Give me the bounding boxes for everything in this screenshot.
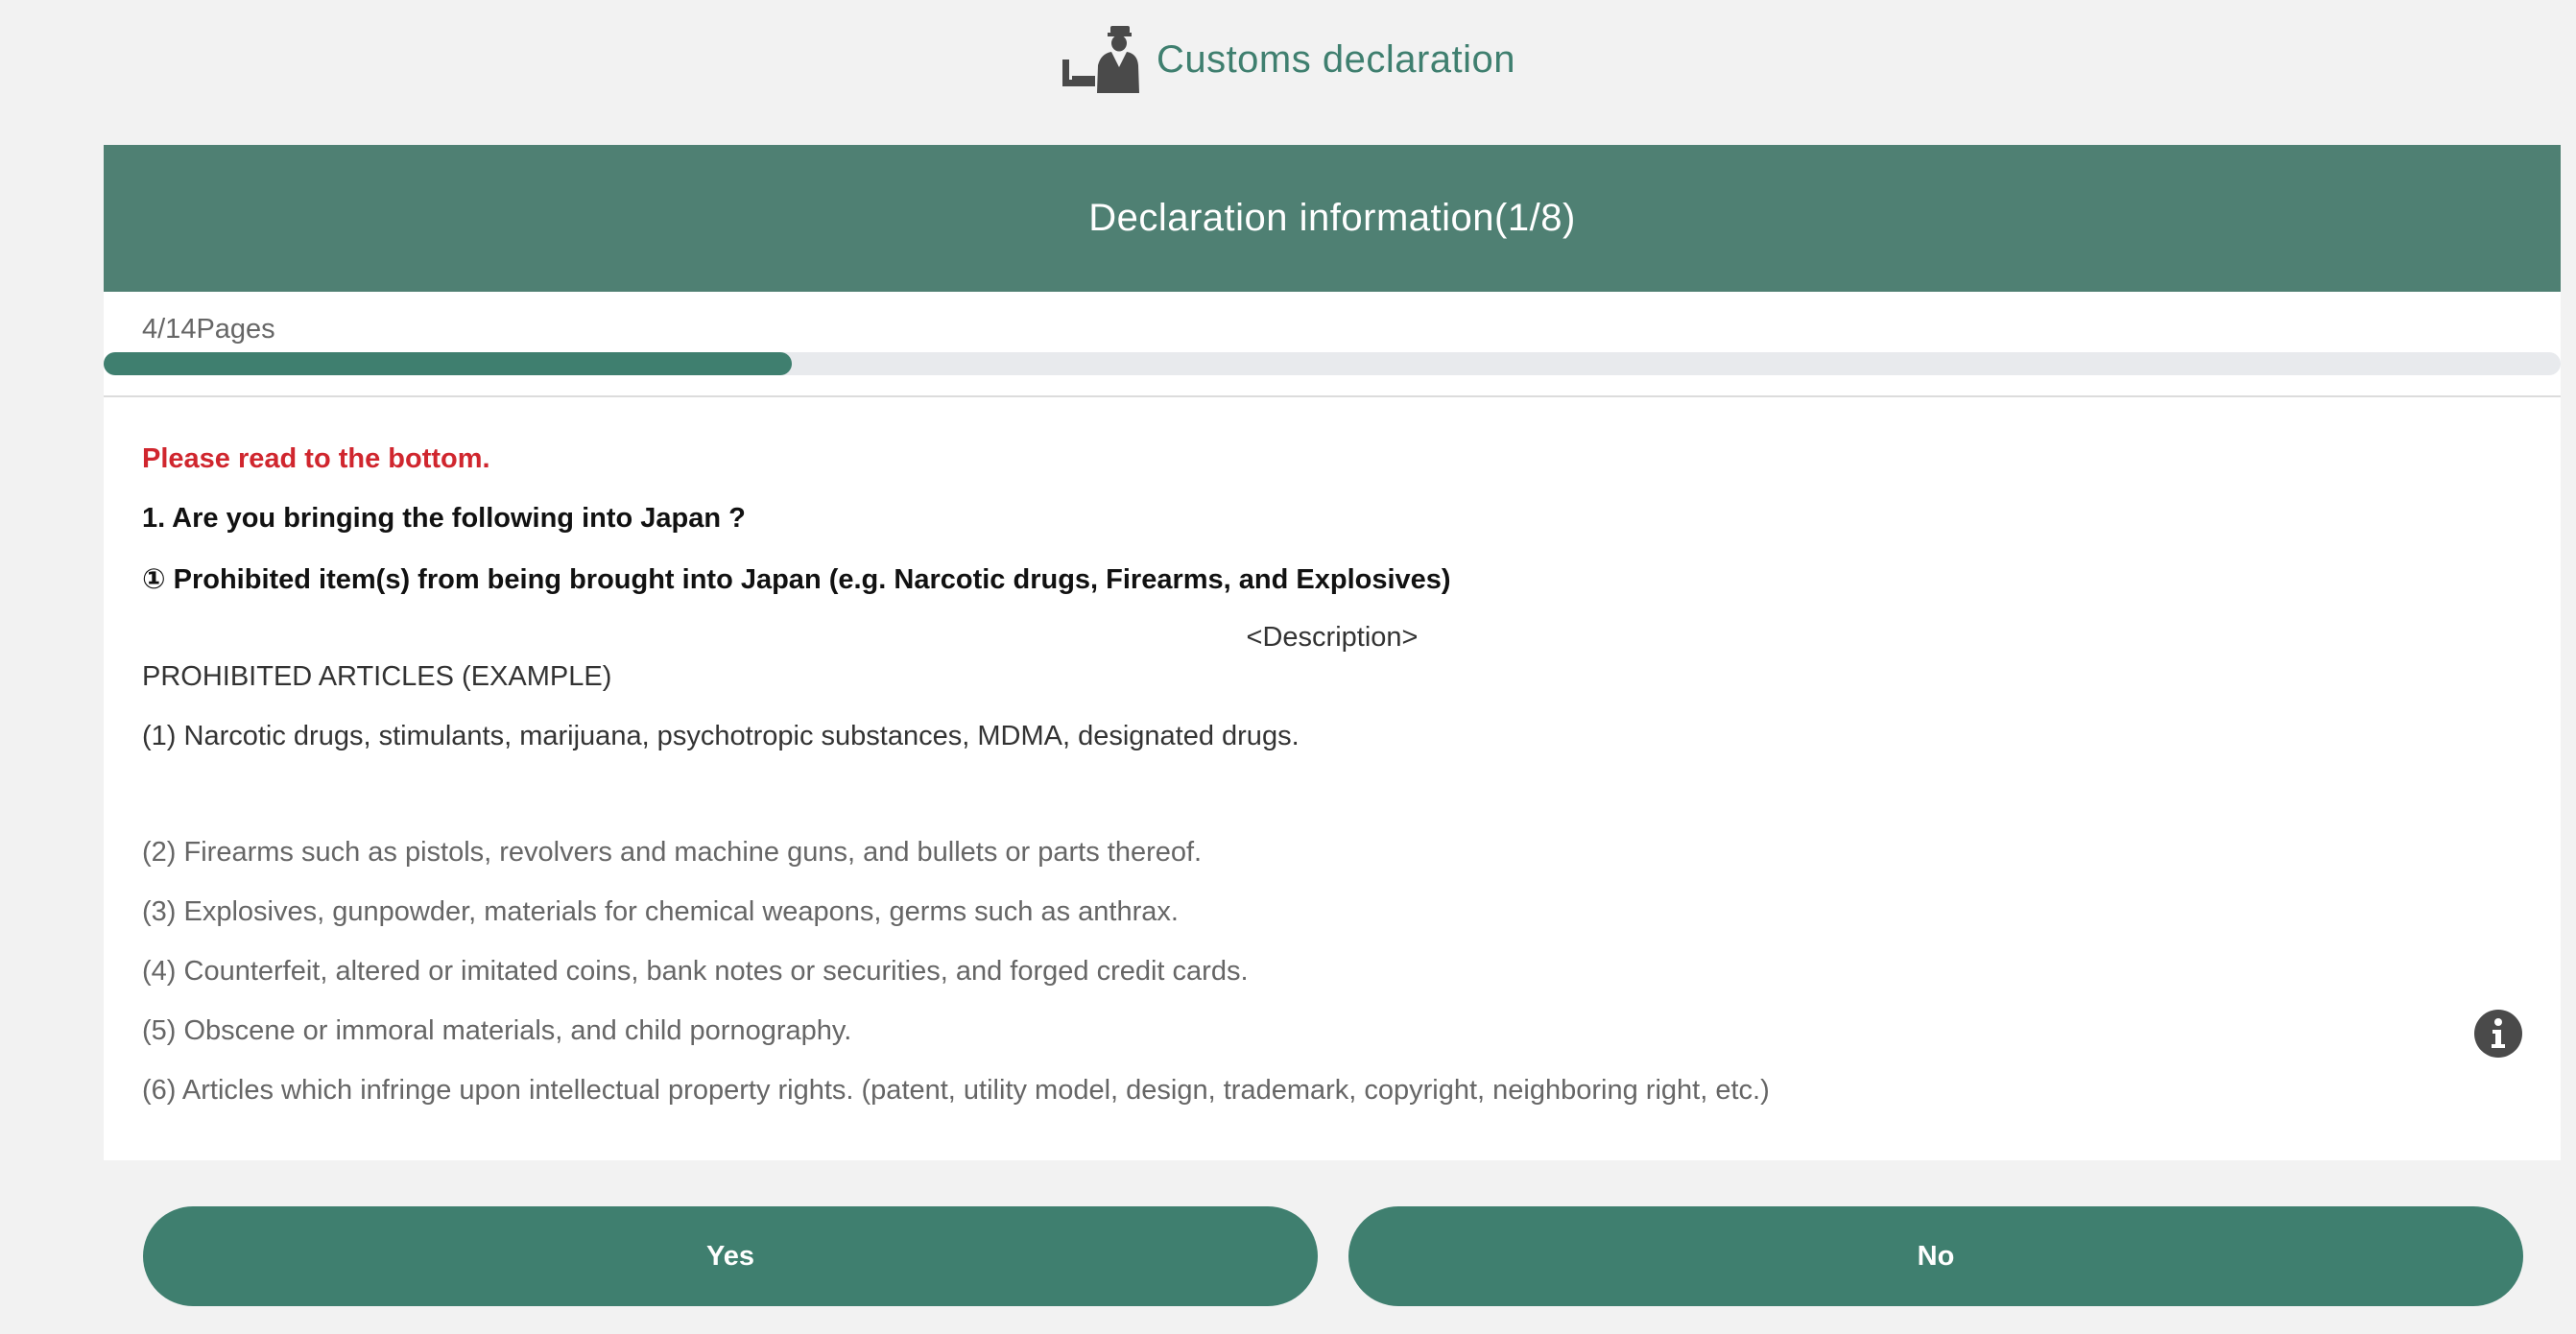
- prohibited-item: (5) Obscene or immoral materials, and ch…: [142, 1015, 852, 1046]
- prohibited-item: (4) Counterfeit, altered or imitated coi…: [142, 956, 1249, 987]
- progress-bar: [104, 352, 2561, 375]
- customs-officer-icon: [1061, 26, 1139, 93]
- progress-section: 4/14Pages: [104, 292, 2561, 397]
- app-header: Customs declaration: [0, 0, 2576, 119]
- subquestion-title: ① Prohibited item(s) from being brought …: [142, 564, 1451, 595]
- description-heading: <Description>: [1246, 622, 1419, 653]
- prohibited-item: (1) Narcotic drugs, stimulants, marijuan…: [142, 721, 1300, 751]
- articles-heading: PROHIBITED ARTICLES (EXAMPLE): [142, 661, 612, 692]
- question-title: 1. Are you bringing the following into J…: [142, 503, 746, 534]
- prohibited-item: (3) Explosives, gunpowder, materials for…: [142, 896, 1179, 927]
- declaration-panel: Declaration information(1/8) 4/14Pages P…: [104, 145, 2561, 1160]
- info-icon[interactable]: [2474, 1010, 2522, 1058]
- page-counter: 4/14Pages: [142, 314, 275, 345]
- read-warning: Please read to the bottom.: [142, 443, 490, 474]
- panel-title: Declaration information(1/8): [104, 145, 2561, 292]
- progress-fill: [104, 352, 792, 375]
- prohibited-item: (6) Articles which infringe upon intelle…: [142, 1075, 1770, 1106]
- app-header-content: Customs declaration: [1061, 25, 1515, 94]
- yes-button[interactable]: Yes: [143, 1206, 1318, 1306]
- no-button[interactable]: No: [1348, 1206, 2523, 1306]
- prohibited-item: (2) Firearms such as pistols, revolvers …: [142, 837, 1203, 868]
- app-title: Customs declaration: [1156, 37, 1516, 81]
